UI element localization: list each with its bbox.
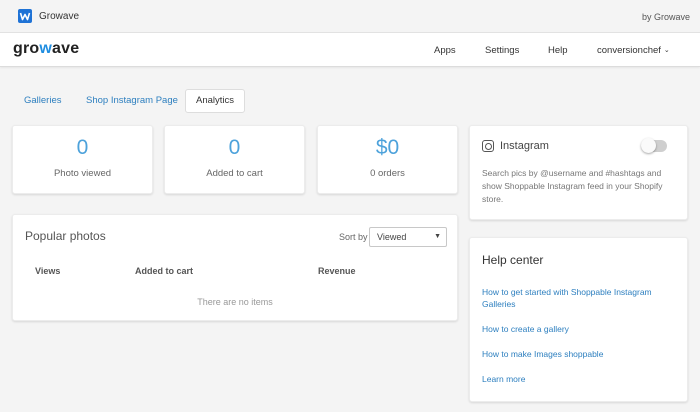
instagram-toggle[interactable] <box>641 138 667 153</box>
help-link-get-started[interactable]: How to get started with Shoppable Instag… <box>482 286 682 310</box>
stat-label: Photo viewed <box>53 168 112 179</box>
nav-help[interactable]: Help <box>548 45 568 56</box>
stat-label: 0 orders <box>370 168 405 179</box>
brand-logo[interactable]: growave <box>13 40 79 58</box>
instagram-icon <box>482 140 494 152</box>
column-header-views[interactable]: Views <box>35 266 60 276</box>
growave-logo-icon <box>18 9 32 23</box>
chevron-down-icon: ⌄ <box>663 47 670 54</box>
popular-photos-panel: Popular photos Sort by Viewed ▼ Views Ad… <box>12 214 458 321</box>
tab-analytics[interactable]: Analytics <box>185 89 245 113</box>
stat-card-added-to-cart: 0 Added to cart <box>164 125 305 194</box>
instagram-description: Search pics by @username and #hashtags a… <box>482 168 663 204</box>
stat-value: 0 <box>76 136 89 159</box>
account-name: conversionchef <box>597 45 661 56</box>
stat-card-orders: $0 0 orders <box>317 125 458 194</box>
app-byline: by Growave <box>641 12 690 22</box>
sort-select[interactable]: Viewed ▼ <box>369 227 447 247</box>
app-title-bar: Growave by Growave <box>0 0 700 33</box>
column-header-revenue[interactable]: Revenue <box>318 266 356 276</box>
help-center-card: Help center How to get started with Shop… <box>469 237 688 402</box>
account-menu[interactable]: conversionchef ⌄ <box>597 45 670 56</box>
stat-label: Added to cart <box>206 168 263 179</box>
stat-value: 0 <box>228 136 241 159</box>
app-name: Growave <box>39 11 80 22</box>
popular-photos-title: Popular photos <box>25 229 106 243</box>
tab-shop-instagram-page[interactable]: Shop Instagram Page <box>86 95 178 106</box>
stat-value: $0 <box>375 136 400 159</box>
help-link-make-shoppable[interactable]: How to make Images shoppable <box>482 348 682 360</box>
stat-card-photo-viewed: 0 Photo viewed <box>12 125 153 194</box>
instagram-title: Instagram <box>500 140 549 152</box>
sort-select-value: Viewed <box>377 232 407 242</box>
tab-galleries[interactable]: Galleries <box>24 95 62 106</box>
column-header-added-to-cart[interactable]: Added to cart <box>135 266 193 276</box>
sort-label: Sort by <box>339 232 368 242</box>
nav-settings[interactable]: Settings <box>485 45 519 56</box>
nav-apps[interactable]: Apps <box>434 45 456 56</box>
chevron-down-icon: ▼ <box>434 233 441 240</box>
help-link-create-gallery[interactable]: How to create a gallery <box>482 323 682 335</box>
help-center-title: Help center <box>482 253 544 267</box>
main-nav: growave Apps Settings Help conversionche… <box>0 33 700 67</box>
help-link-learn-more[interactable]: Learn more <box>482 373 682 385</box>
instagram-card: Instagram Search pics by @username and #… <box>469 125 688 220</box>
empty-state: There are no items <box>197 297 273 307</box>
